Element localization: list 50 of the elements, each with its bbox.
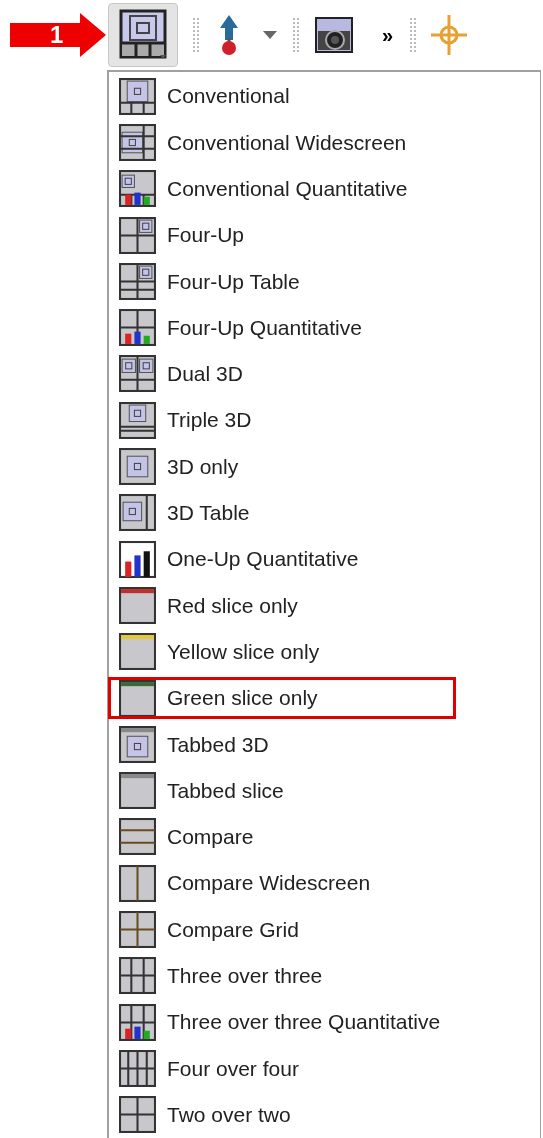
layout-icon bbox=[119, 216, 156, 254]
menu-item[interactable]: 3D Table bbox=[109, 489, 540, 536]
menu-item[interactable]: Conventional Widescreen bbox=[109, 119, 540, 166]
layout-icon bbox=[119, 679, 156, 717]
menu-item[interactable]: Compare Widescreen bbox=[109, 860, 540, 907]
layout-icon bbox=[119, 725, 156, 763]
layout-icon bbox=[119, 262, 156, 300]
layout-icon bbox=[119, 123, 156, 161]
layout-icon bbox=[119, 309, 156, 347]
menu-item[interactable]: Four-Up Table bbox=[109, 258, 540, 305]
camera-button[interactable] bbox=[314, 15, 354, 55]
layout-button[interactable] bbox=[108, 3, 178, 67]
menu-item[interactable]: Tabbed slice bbox=[109, 767, 540, 814]
layout-icon bbox=[119, 540, 156, 578]
menu-item[interactable]: Tabbed 3D bbox=[109, 721, 540, 768]
layout-icon bbox=[119, 170, 156, 208]
menu-item[interactable]: Four over four bbox=[109, 1045, 540, 1092]
menu-item[interactable]: Compare Grid bbox=[109, 906, 540, 953]
layout-icon bbox=[119, 77, 156, 115]
layout-icon bbox=[119, 401, 156, 439]
menu-item[interactable]: Green slice only bbox=[109, 674, 540, 722]
layout-icon bbox=[119, 355, 156, 393]
layout-icon bbox=[119, 772, 156, 810]
layout-icon bbox=[119, 818, 156, 856]
layout-icon bbox=[119, 957, 156, 995]
menu-item[interactable]: Dual 3D bbox=[109, 350, 540, 398]
menu-item[interactable]: Four-Up Quantitative bbox=[109, 304, 540, 351]
menu-item[interactable]: Three over three bbox=[109, 952, 540, 999]
layout-icon bbox=[119, 448, 156, 485]
menu-item[interactable]: Four-Up bbox=[109, 211, 540, 259]
layout-icon bbox=[119, 633, 156, 671]
menu-item[interactable]: Red slice only bbox=[109, 582, 540, 629]
menu-item[interactable]: Yellow slice only bbox=[109, 628, 540, 675]
menu-item[interactable]: Conventional bbox=[109, 73, 540, 120]
menu-item[interactable]: 3D only bbox=[109, 443, 540, 490]
layout-icon bbox=[119, 1003, 156, 1041]
callout-number: 1 bbox=[50, 23, 64, 47]
menu-item[interactable]: Two over two bbox=[109, 1091, 540, 1138]
menu-item[interactable]: Three over three Quantitative bbox=[109, 998, 540, 1046]
layout-icon bbox=[119, 1096, 156, 1134]
menu-item[interactable]: One-Up Quantitative bbox=[109, 535, 540, 583]
menu-item[interactable]: Compare bbox=[109, 813, 540, 861]
layout-icon bbox=[119, 911, 156, 948]
menu-item[interactable]: Triple 3D bbox=[109, 397, 540, 444]
layout-icon bbox=[119, 494, 156, 532]
layout-icon bbox=[119, 586, 156, 624]
menu-item[interactable]: Conventional Quantitative bbox=[109, 165, 540, 212]
more-button[interactable]: » bbox=[380, 25, 396, 45]
layout-icon bbox=[119, 864, 156, 902]
layout-icon bbox=[119, 1049, 156, 1087]
